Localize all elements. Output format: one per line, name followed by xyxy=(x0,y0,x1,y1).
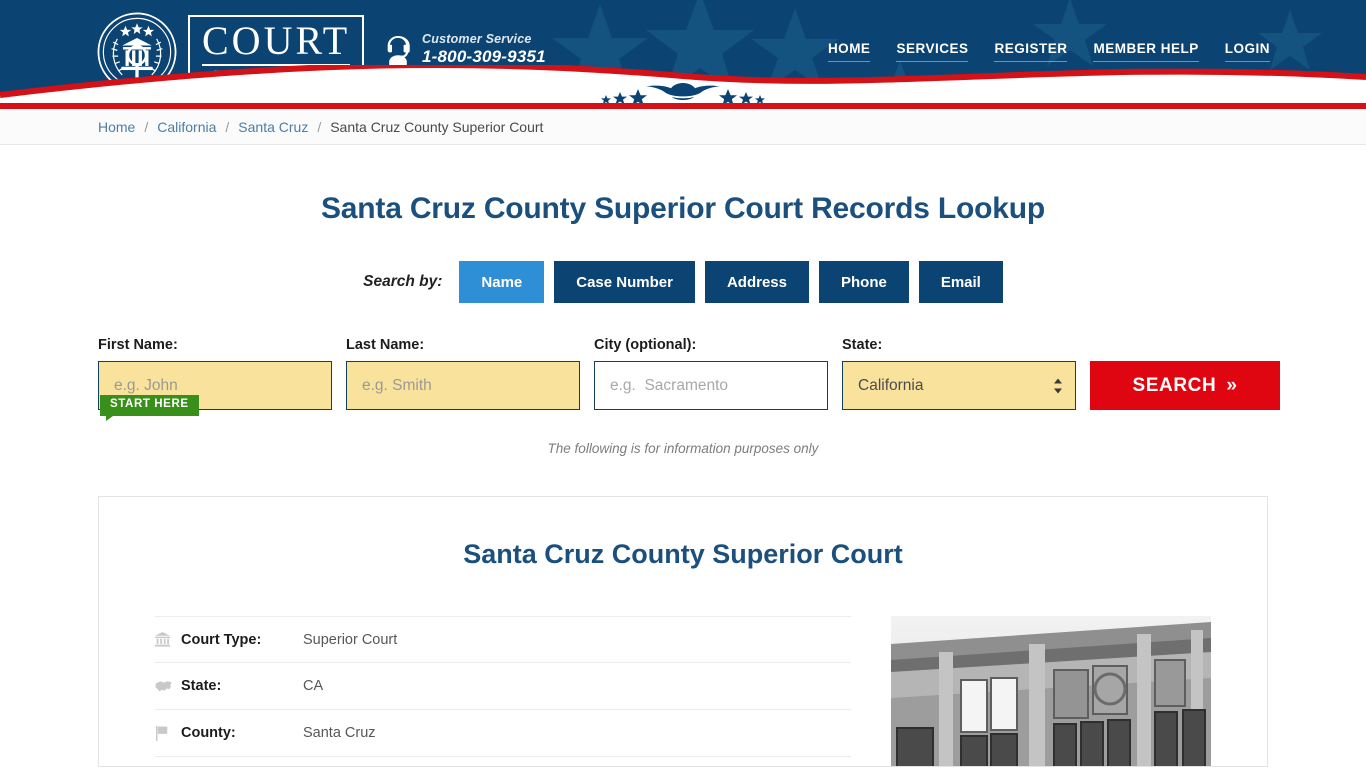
breadcrumb-separator: / xyxy=(144,118,149,135)
city-input[interactable] xyxy=(594,361,828,410)
state-value: CA xyxy=(303,678,324,694)
tab-phone[interactable]: Phone xyxy=(818,261,909,303)
courthouse-photo xyxy=(891,616,1211,766)
breadcrumb-item-california[interactable]: California xyxy=(157,119,216,135)
tab-address[interactable]: Address xyxy=(704,261,809,303)
breadcrumb-bar: Home / California / Santa Cruz / Santa C… xyxy=(0,109,1366,145)
nav-login[interactable]: LOGIN xyxy=(1224,41,1270,62)
page-title: Santa Cruz County Superior Court Records… xyxy=(321,192,1045,225)
search-button-label: SEARCH xyxy=(1132,374,1217,396)
last-name-input[interactable] xyxy=(346,361,580,410)
double-chevron-right-icon: » xyxy=(1226,374,1238,396)
state-field-group: State: California xyxy=(842,337,1076,410)
nav-register[interactable]: REGISTER xyxy=(994,41,1068,62)
search-by-label: Search by: xyxy=(363,273,443,290)
tab-case-number[interactable]: Case Number xyxy=(554,261,695,303)
city-field-group: City (optional): xyxy=(594,337,828,410)
breadcrumb-separator: / xyxy=(225,118,230,135)
eagle-stars-emblem xyxy=(601,83,765,103)
disclaimer-text: The following is for information purpose… xyxy=(547,441,819,456)
court-name-heading: Santa Cruz County Superior Court xyxy=(463,539,903,569)
main-navigation: HOME SERVICES REGISTER MEMBER HELP LOGIN xyxy=(827,41,1270,62)
court-info-card: Santa Cruz County Superior Court Court T… xyxy=(98,496,1268,767)
search-button[interactable]: SEARCH » xyxy=(1090,361,1280,410)
customer-service-label: Customer Service xyxy=(422,32,532,46)
customer-service-block: Customer Service 1-800-309-9351 xyxy=(383,32,546,67)
tab-email[interactable]: Email xyxy=(918,261,1003,303)
first-name-label: First Name: xyxy=(98,337,178,353)
table-row: Court Type: Superior Court xyxy=(155,616,851,663)
table-row: County: Santa Cruz xyxy=(155,710,851,757)
breadcrumb-item-home[interactable]: Home xyxy=(98,119,135,135)
search-by-tabs: Search by: Name Case Number Address Phon… xyxy=(98,261,1268,303)
county-label: County: xyxy=(181,725,236,741)
court-type-label: Court Type: xyxy=(181,631,262,648)
start-here-badge: START HERE xyxy=(100,395,199,420)
city-label: City (optional): xyxy=(594,337,697,353)
breadcrumb-item-current: Santa Cruz County Superior Court xyxy=(330,118,544,135)
state-label: State: xyxy=(842,337,883,353)
last-name-label: Last Name: xyxy=(346,337,425,353)
state-label: State: xyxy=(181,678,222,694)
last-name-field-group: Last Name: xyxy=(346,337,580,410)
nav-member-help[interactable]: MEMBER HELP xyxy=(1093,41,1199,62)
bank-icon xyxy=(155,632,181,647)
court-card-body: Court Type: Superior Court State: CA Cou… xyxy=(155,616,1211,766)
county-value: Santa Cruz xyxy=(303,725,376,741)
breadcrumb-item-santa-cruz[interactable]: Santa Cruz xyxy=(238,119,308,135)
search-form: First Name: Last Name: City (optional): … xyxy=(98,337,1280,410)
breadcrumb-separator: / xyxy=(317,118,322,135)
us-map-icon xyxy=(155,680,181,693)
nav-services[interactable]: SERVICES xyxy=(896,41,969,62)
court-type-value: Superior Court xyxy=(303,631,398,648)
state-select-wrap: California xyxy=(842,361,1076,410)
site-header: COURT CASE FINDER Customer Service 1-800… xyxy=(0,0,1366,103)
breadcrumb: Home / California / Santa Cruz / Santa C… xyxy=(98,119,1268,135)
red-accent-strip xyxy=(0,103,1366,109)
table-row: State: CA xyxy=(155,663,851,710)
court-detail-list: Court Type: Superior Court State: CA Cou… xyxy=(155,616,851,766)
state-select[interactable]: California xyxy=(842,361,1076,410)
headset-support-icon xyxy=(387,36,410,66)
flag-icon xyxy=(155,725,181,741)
lookup-section: Santa Cruz County Superior Court Records… xyxy=(98,192,1280,456)
nav-home[interactable]: HOME xyxy=(827,41,871,62)
logo-primary-text: COURT xyxy=(202,21,351,67)
tab-name[interactable]: Name xyxy=(459,261,545,303)
